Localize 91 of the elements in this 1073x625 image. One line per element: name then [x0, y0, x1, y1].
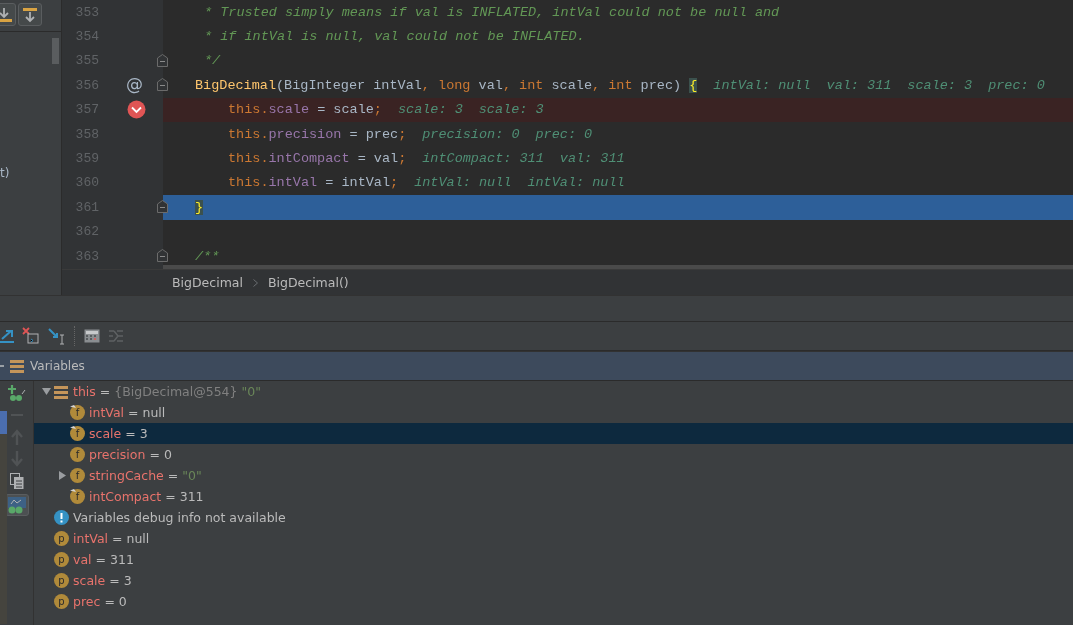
inline-value-hint: scale: 3: [907, 77, 973, 93]
arrow-down-bar-icon: [22, 6, 38, 23]
breadcrumb[interactable]: BigDecimal: [172, 275, 243, 290]
field-icon: f: [70, 405, 85, 420]
download-icon: [0, 6, 12, 23]
inline-value-hint: intCompact: 311: [422, 151, 544, 167]
inline-value-hint: intVal: null: [713, 77, 811, 93]
add-watch-icon[interactable]: [6, 384, 27, 402]
field-icon: f: [70, 426, 85, 441]
object-icon: [54, 384, 68, 399]
breadcrumb[interactable]: BigDecimal(): [267, 275, 349, 290]
variable-name: intVal: [89, 405, 124, 420]
drop-frame-icon[interactable]: [22, 327, 40, 345]
inline-value-hint: val: 311: [826, 77, 892, 93]
panel-edge-icon: [0, 365, 4, 367]
equals-sign: =: [165, 489, 176, 504]
fold-icon[interactable]: [157, 53, 168, 67]
equals-sign: =: [104, 594, 115, 609]
code-comment: */: [204, 53, 221, 69]
code-comment: * if intVal is null, val could not be INFLATED.: [204, 29, 585, 45]
equals-sign: =: [125, 426, 136, 441]
calculator-icon[interactable]: [84, 329, 100, 343]
string-value: "0": [241, 384, 261, 399]
watches-icon: [6, 496, 27, 514]
variable-name: intCompact: [89, 489, 162, 504]
selected-row[interactable]: f scale = 3: [34, 423, 1073, 444]
copy-icon[interactable]: [9, 472, 24, 490]
code-line: BigDecimal(BigInteger intVal, long val, int scale, int prec) {: [195, 77, 698, 93]
code-line: this.intVal = intVal;: [228, 175, 399, 191]
parameter-icon: p: [54, 573, 69, 588]
collapsed-arrow-icon[interactable]: [57, 471, 67, 480]
gutter-mark: @: [126, 75, 143, 95]
variable-name: scale: [73, 573, 106, 588]
field-icon: f: [70, 468, 85, 483]
breakpoint-icon[interactable]: [127, 99, 146, 119]
step-out-button[interactable]: [18, 3, 42, 26]
variable-value: null: [142, 405, 166, 420]
variable-value: 311: [179, 489, 204, 504]
variable-name: stringCache: [89, 468, 164, 483]
inline-value-hint: prec: 0: [988, 77, 1045, 93]
inline-value-hint: scale: 3: [478, 102, 544, 118]
fold-icon[interactable]: [157, 78, 168, 92]
variable-name: scale: [89, 426, 122, 441]
scrollbar-thumb[interactable]: [52, 38, 59, 64]
variable-name: this: [73, 384, 96, 399]
info-message: Variables debug info not available: [73, 510, 286, 525]
field-icon: f: [70, 489, 85, 504]
variable-name: val: [73, 552, 92, 567]
variable-value: 0: [163, 447, 172, 462]
code-comment: /**: [195, 248, 220, 264]
parameter-icon: p: [54, 594, 69, 609]
code-line: this.intCompact = val;: [228, 151, 407, 167]
chevron-icon: [252, 278, 258, 287]
field-icon: f: [70, 447, 85, 462]
variable-name: intVal: [73, 531, 108, 546]
code-comment: * Trusted simply means if val is INFLATED, intVal could not be null and: [204, 4, 780, 20]
parameter-icon: p: [54, 552, 69, 567]
variable-name: prec: [73, 594, 101, 609]
info-icon: [54, 510, 69, 525]
variables-icon: [10, 359, 24, 373]
inline-value-hint: intVal: null: [414, 175, 512, 191]
equals-sign: =: [112, 531, 123, 546]
variable-value: 311: [110, 552, 134, 567]
variable-name: precision: [89, 447, 146, 462]
arrow-up-right-icon[interactable]: [0, 328, 14, 344]
parameter-icon: p: [54, 531, 69, 546]
equals-sign: =: [95, 552, 106, 567]
equals-sign: =: [99, 384, 111, 399]
object-reference: {BigDecimal@554}: [114, 384, 238, 399]
inline-value-hint: val: 311: [559, 151, 625, 167]
truncated-text: t): [0, 166, 10, 180]
fold-icon[interactable]: [157, 248, 168, 262]
equals-sign: =: [167, 468, 179, 483]
variable-value: 3: [139, 426, 148, 441]
panel-title: Variables: [30, 359, 85, 373]
inline-value-hint: precision: 0: [422, 126, 520, 142]
variable-value: null: [126, 531, 150, 546]
inline-value-hint: prec: 0: [535, 126, 593, 142]
inline-value-hint: scale: 3: [397, 102, 463, 118]
equals-sign: =: [149, 447, 160, 462]
code-line: this.precision = prec;: [228, 126, 407, 142]
variable-value: 0: [118, 594, 127, 609]
string-value: "0": [182, 468, 202, 483]
equals-sign: =: [128, 405, 139, 420]
code-line: this.scale = scale;: [228, 102, 382, 118]
run-to-cursor-icon[interactable]: [48, 327, 66, 345]
variable-value: 3: [123, 573, 132, 588]
equals-sign: =: [109, 573, 120, 588]
expanded-arrow-icon[interactable]: [41, 387, 51, 396]
fold-icon[interactable]: [157, 200, 168, 214]
inline-value-hint: intVal: null: [527, 175, 625, 191]
